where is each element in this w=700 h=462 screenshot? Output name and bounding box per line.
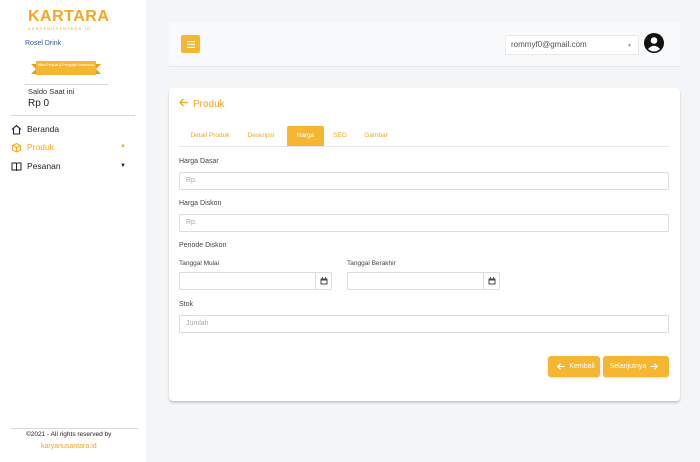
tab-harga[interactable]: Harga bbox=[287, 126, 324, 146]
home-icon bbox=[11, 124, 22, 135]
tanggal-berakhir-field[interactable] bbox=[347, 272, 500, 290]
divider bbox=[25, 84, 108, 85]
divider bbox=[11, 428, 138, 429]
back-button-label: Kembali bbox=[569, 363, 595, 370]
stok-input[interactable]: Jumlah bbox=[179, 315, 669, 333]
tanggal-berakhir-input[interactable] bbox=[347, 272, 483, 290]
sidebar-item-label: Produk bbox=[27, 142, 54, 152]
box-icon bbox=[11, 142, 22, 153]
sidebar-item-pesanan[interactable]: Pesanan ▼ bbox=[11, 159, 126, 173]
page-title-text: Produk bbox=[193, 98, 225, 110]
product-form-card: Produk Detail Produk Deskripsi Harga SEO… bbox=[169, 88, 680, 401]
arrow-left-icon bbox=[179, 98, 189, 110]
chevron-down-icon: ▼ bbox=[120, 163, 126, 169]
form-tabs: Detail Produk Deskripsi Harga SEO Gambar bbox=[179, 126, 669, 147]
tab-detail-produk[interactable]: Detail Produk bbox=[183, 126, 237, 146]
saldo-label: Saldo Saat ini bbox=[28, 87, 75, 96]
chevron-down-icon: ▼ bbox=[120, 144, 126, 150]
sidebar: KARTARA KARYANUSANTARA.ID Rosel Drink Mi… bbox=[0, 0, 146, 462]
back-button[interactable]: Kembali bbox=[548, 356, 600, 377]
top-bar: rommyf0@gmail.com ▼ bbox=[169, 22, 680, 67]
calendar-icon[interactable] bbox=[483, 272, 500, 290]
calendar-icon[interactable] bbox=[315, 272, 332, 290]
harga-dasar-label: Harga Dasar bbox=[179, 158, 219, 165]
user-avatar-icon[interactable] bbox=[644, 33, 664, 53]
user-email: rommyf0@gmail.com bbox=[511, 40, 587, 49]
periode-diskon-label: Periode Diskon bbox=[179, 242, 227, 249]
saldo-value: Rp 0 bbox=[28, 98, 50, 109]
arrow-right-icon bbox=[650, 362, 659, 372]
sidebar-item-label: Beranda bbox=[27, 124, 60, 134]
seller-ribbon-badge: Mitra Penjual & Pengrajin Nusantara bbox=[31, 61, 101, 75]
arrow-left-icon bbox=[557, 362, 565, 372]
divider bbox=[11, 115, 135, 116]
tab-gambar[interactable]: Gambar bbox=[357, 126, 395, 146]
harga-dasar-input[interactable]: Rp. bbox=[179, 172, 669, 190]
stok-label: Stok bbox=[179, 301, 194, 308]
next-button[interactable]: Selanjutnya bbox=[603, 356, 669, 377]
footer-link[interactable]: karyanusantara.id bbox=[41, 443, 97, 450]
sidebar-item-produk[interactable]: Produk ▼ bbox=[11, 140, 126, 154]
chevron-down-icon: ▼ bbox=[627, 43, 632, 49]
tab-seo[interactable]: SEO bbox=[329, 126, 351, 146]
hamburger-icon bbox=[186, 40, 195, 48]
sidebar-item-beranda[interactable]: Beranda bbox=[11, 122, 126, 136]
brand-name: KARTARA bbox=[28, 8, 110, 25]
sidebar-item-label: Pesanan bbox=[27, 161, 61, 171]
page-title[interactable]: Produk bbox=[179, 98, 225, 110]
brand-tagline: KARYANUSANTARA.ID bbox=[28, 26, 92, 31]
user-email-select[interactable]: rommyf0@gmail.com ▼ bbox=[505, 35, 639, 55]
brand-logo[interactable]: KARTARA KARYANUSANTARA.ID bbox=[28, 8, 110, 32]
menu-toggle-button[interactable] bbox=[181, 35, 200, 53]
tanggal-berakhir-label: Tanggal Berakhir bbox=[347, 260, 396, 267]
tab-deskripsi[interactable]: Deskripsi bbox=[241, 126, 281, 146]
tanggal-mulai-input[interactable] bbox=[179, 272, 315, 290]
book-icon bbox=[11, 161, 22, 172]
next-button-label: Selanjutnya bbox=[609, 363, 647, 370]
store-name: Rosel Drink bbox=[25, 40, 62, 47]
tanggal-mulai-label: Tanggal Mulai bbox=[179, 260, 220, 267]
harga-diskon-input[interactable]: Rp. bbox=[179, 214, 669, 232]
tanggal-mulai-field[interactable] bbox=[179, 272, 332, 290]
footer-copyright: ©2021 - All rights reserved by bbox=[26, 431, 112, 438]
harga-diskon-label: Harga Diskon bbox=[179, 200, 222, 207]
